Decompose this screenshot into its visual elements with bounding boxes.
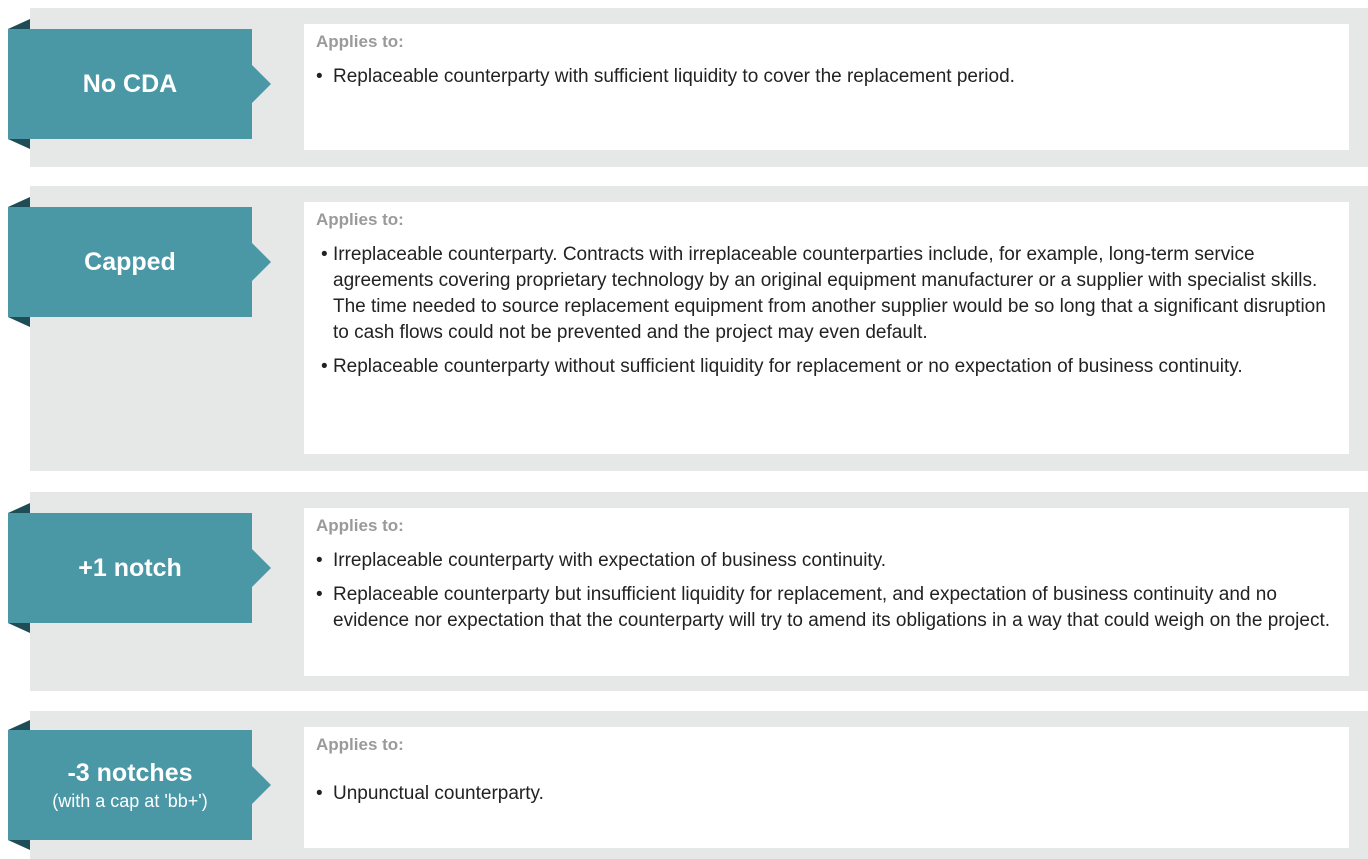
tag-fold-top — [8, 19, 30, 29]
arrow-notch-icon — [252, 549, 271, 587]
tag-fold-bottom — [8, 840, 30, 850]
applies-panel-minus-three-notches: Applies to: Unpunctual counterparty. — [304, 727, 1349, 848]
tag-no-cda: No CDA — [8, 29, 252, 139]
applies-panel-no-cda: Applies to: Replaceable counterparty wit… — [304, 24, 1349, 150]
tag-fold-top — [8, 720, 30, 730]
tag-fold-bottom — [8, 317, 30, 327]
tag-title: No CDA — [82, 70, 178, 98]
criteria-bullet: Irreplaceable counterparty with expectat… — [316, 548, 1337, 574]
bullet-dot: • — [321, 356, 333, 377]
applies-panel-capped: Applies to: • Irreplaceable counterparty… — [304, 202, 1349, 454]
tag-fold-top — [8, 197, 30, 207]
tag-fold-bottom — [8, 139, 30, 149]
tag-fold-top — [8, 503, 30, 513]
tag-subtitle: (with a cap at 'bb+') — [52, 791, 208, 811]
tag-plus-one-notch: +1 notch — [8, 513, 252, 623]
criteria-bullet: Replaceable counterparty but insufficien… — [316, 582, 1337, 634]
arrow-notch-icon — [252, 65, 271, 103]
applies-panel-plus-one-notch: Applies to: Irreplaceable counterparty w… — [304, 508, 1349, 676]
bullet-dot: • — [321, 244, 333, 265]
applies-label: Applies to: — [316, 32, 404, 51]
tag-title: Capped — [84, 248, 176, 276]
criteria-bullet: • Irreplaceable counterparty. Contracts … — [316, 242, 1337, 346]
bullet-text: Replaceable counterparty without suffici… — [332, 356, 1243, 377]
tag-title: +1 notch — [78, 554, 182, 582]
arrow-notch-icon — [252, 766, 271, 804]
tag-capped: Capped — [8, 207, 252, 317]
criteria-bullet: Replaceable counterparty with sufficient… — [316, 64, 1337, 90]
criteria-bullet: Unpunctual counterparty. — [316, 781, 1337, 807]
applies-label: Applies to: — [316, 735, 404, 754]
tag-title: -3 notches — [67, 759, 193, 787]
applies-label: Applies to: — [316, 210, 404, 229]
tag-minus-three-notches: -3 notches (with a cap at 'bb+') — [8, 730, 252, 840]
bullet-text: Irreplaceable counterparty. Contracts wi… — [332, 244, 1326, 343]
tag-fold-bottom — [8, 623, 30, 633]
applies-label: Applies to: — [316, 516, 404, 535]
arrow-notch-icon — [252, 243, 271, 281]
criteria-bullet: • Replaceable counterparty without suffi… — [316, 354, 1337, 380]
